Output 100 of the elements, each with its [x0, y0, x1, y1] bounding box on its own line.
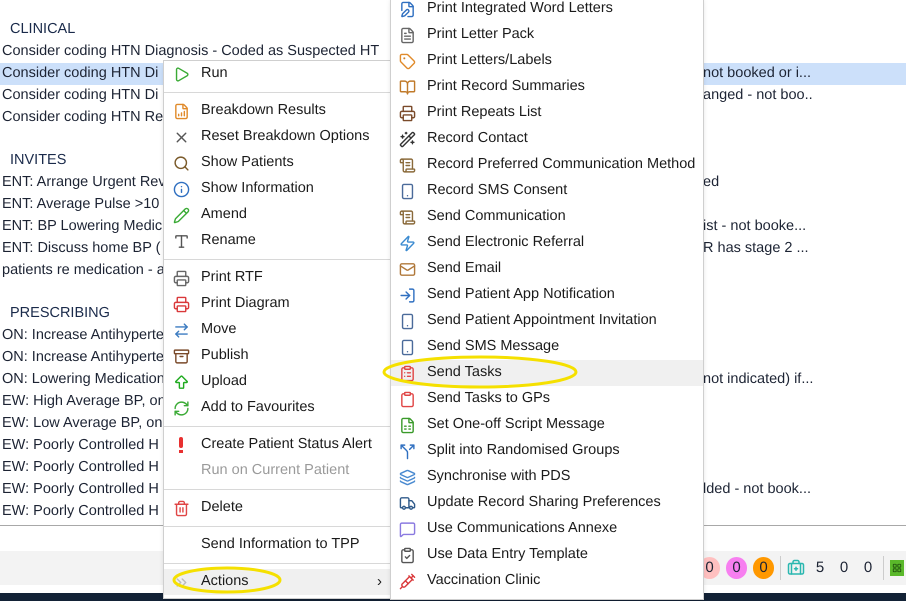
refresh-icon — [173, 400, 190, 416]
medical-kit-icon — [787, 559, 805, 577]
menu-item[interactable]: Send Tasks to GPs — [391, 386, 703, 412]
menu-item[interactable]: Send SMS Message — [391, 334, 703, 360]
menu-item[interactable]: Print Letter Pack — [391, 22, 703, 48]
menu-item[interactable]: Rename — [164, 228, 390, 254]
row-text: ed — [703, 174, 720, 190]
truck-icon — [399, 494, 416, 512]
grid-icon — [890, 560, 904, 576]
menu-item[interactable]: Use Communications Annexe — [391, 516, 703, 542]
row-text: ON: Increase Antihyperte — [2, 327, 164, 344]
menu-item[interactable]: Upload — [164, 369, 390, 395]
letter-icon — [399, 0, 416, 18]
menu-item[interactable]: Print Repeats List — [391, 100, 703, 126]
row-text: Consider coding HTN Diagnosis - Coded as Suspected HT — [2, 43, 380, 60]
clipboard-icon — [399, 546, 416, 564]
row-text: anged - not boo.. — [703, 87, 813, 104]
split-icon — [399, 442, 416, 460]
menu-item[interactable]: Send Patient Appointment Invitation — [391, 308, 703, 334]
row-text: EW: Poorly Controlled H — [2, 481, 159, 498]
menu-item[interactable]: Move — [164, 317, 390, 343]
menu-item[interactable]: Send Electronic Referral — [391, 230, 703, 256]
clipboard-icon — [399, 364, 416, 382]
spreadsheet-icon — [399, 416, 416, 434]
menu-item[interactable]: Send Patient App Notification — [391, 282, 703, 308]
menu-item[interactable]: Show Information — [164, 176, 390, 202]
move-icon — [173, 322, 190, 338]
scroll-icon — [399, 208, 416, 226]
menu-item[interactable]: Amend — [164, 202, 390, 228]
menu-item[interactable]: Run — [164, 61, 390, 87]
menu-item[interactable]: Send Information to TPP — [164, 532, 390, 558]
phone-icon — [399, 182, 416, 200]
menu-item[interactable]: Split into Randomised Groups — [391, 438, 703, 464]
menu-item[interactable]: Create Patient Status Alert — [164, 432, 390, 458]
row-text: ENT: BP Lowering Medic — [2, 218, 162, 234]
menu-item[interactable]: Synchronise with PDS — [391, 464, 703, 490]
lightning-icon — [399, 234, 416, 252]
row-text: lded - not book... — [703, 481, 812, 498]
menu-item[interactable]: Show Patients — [164, 150, 390, 176]
info-icon — [173, 180, 190, 198]
menu-item[interactable]: Send Email — [391, 256, 703, 282]
menu-item[interactable]: Record Preferred Communication Method — [391, 152, 703, 178]
arrow-up-icon — [173, 374, 190, 390]
row-text: EW: Poorly Controlled H — [2, 437, 159, 454]
row-text: not indicated) if... — [703, 371, 814, 388]
menu-item[interactable]: Breakdown Results — [164, 98, 390, 124]
scroll-icon — [399, 156, 416, 174]
printer-icon — [173, 270, 190, 286]
menu-item[interactable]: Delete — [164, 495, 390, 521]
document-icon — [399, 26, 416, 44]
exclamation-icon — [179, 437, 183, 453]
menu-item[interactable]: Print Record Summaries — [391, 74, 703, 100]
menu-item[interactable]: Publish — [164, 343, 390, 369]
message-icon — [399, 520, 416, 538]
clipboard-icon — [399, 390, 416, 408]
book-icon — [399, 78, 416, 96]
search-icon — [173, 154, 190, 172]
menu-item[interactable]: Print Integrated Word Letters — [391, 0, 703, 22]
section-header: CLINICAL — [10, 21, 76, 38]
row-text: ON: Increase Antihyperte — [2, 349, 164, 366]
printer-icon — [399, 104, 416, 122]
menu-item[interactable]: Record SMS Consent — [391, 178, 703, 204]
menu-item[interactable]: Actions › — [164, 569, 390, 595]
row-text: ENT: Average Pulse >10 — [2, 196, 160, 212]
play-icon — [173, 66, 190, 82]
menu-item[interactable]: Reset Breakdown Options — [164, 124, 390, 150]
menu-item[interactable]: Set One-off Script Message — [391, 412, 703, 438]
menu-item[interactable]: Print Diagram — [164, 291, 390, 317]
row-text: EW: Poorly Controlled H — [2, 459, 159, 476]
row-text: R has stage 2 ... — [703, 240, 809, 256]
printer-icon — [173, 296, 190, 312]
login-icon — [399, 286, 416, 304]
menu-item[interactable]: Record Contact — [391, 126, 703, 152]
row-text: Consider coding HTN Di — [2, 65, 158, 82]
syringe-icon — [399, 572, 416, 590]
count-text: 5 — [814, 558, 826, 578]
menu-item[interactable]: Print RTF — [164, 265, 390, 291]
trash-icon — [173, 500, 190, 516]
row-text: ist - not booke... — [703, 218, 806, 234]
menu-item[interactable]: Send Tasks — [391, 360, 703, 386]
menu-item[interactable]: Print Letters/Labels — [391, 48, 703, 74]
layers-icon — [399, 468, 416, 486]
chart-icon — [173, 102, 190, 120]
row-text: ENT: Discuss home BP ( — [2, 240, 160, 256]
label-icon — [399, 52, 416, 70]
count-badge: 0 — [726, 557, 747, 579]
mail-icon — [399, 260, 416, 278]
section-header: INVITES — [10, 152, 66, 168]
count-text: 0 — [838, 558, 850, 578]
count-text: 0 — [862, 558, 874, 578]
menu-item[interactable]: Send Communication — [391, 204, 703, 230]
wand-icon — [399, 130, 416, 148]
menu-item[interactable]: Update Record Sharing Preferences — [391, 490, 703, 516]
row-text: EW: Low Average BP, on — [2, 415, 162, 432]
row-text: Consider coding HTN Di — [2, 87, 158, 104]
row-text: Consider coding HTN Re — [2, 109, 164, 126]
letter-icon — [173, 232, 190, 250]
pencil-icon — [173, 206, 190, 224]
menu-item[interactable]: Add to Favourites — [164, 395, 390, 421]
archive-icon — [173, 348, 190, 364]
